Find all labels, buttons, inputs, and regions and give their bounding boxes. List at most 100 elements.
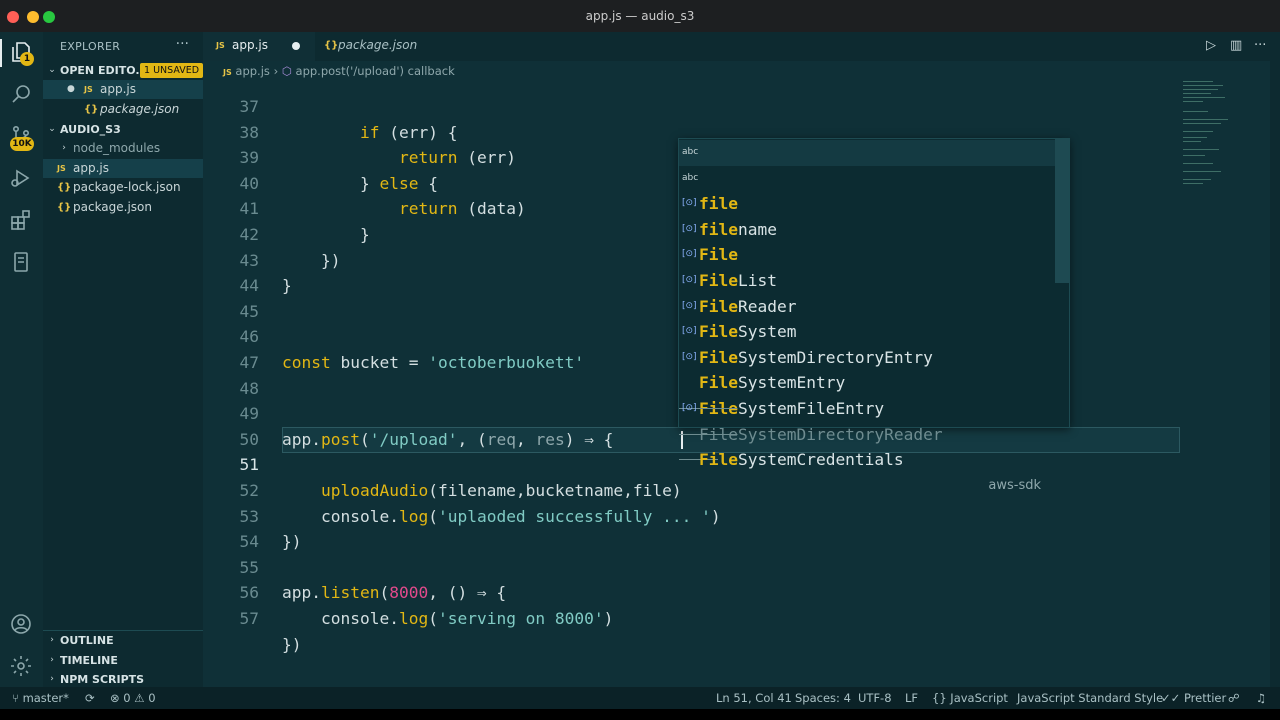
source-control-badge: 10K [10, 137, 34, 151]
settings-gear-icon[interactable] [9, 654, 35, 680]
variable-icon: [⊙] [682, 351, 697, 362]
more-actions-icon[interactable]: ··· [1254, 38, 1266, 53]
suggestion-rest: SystemCredentials [737, 450, 904, 470]
error-count: 0 [123, 691, 131, 705]
file-package-lock-json[interactable]: {} package-lock.json [43, 178, 203, 197]
suggestion-item[interactable]: [⊙] FileSystemDirectoryEntry [679, 294, 1055, 367]
minimap-line [1183, 179, 1211, 180]
open-editor-label: package.json [100, 102, 180, 116]
extensions-icon[interactable] [9, 208, 35, 234]
end-of-line[interactable]: LF [905, 687, 918, 709]
sync-icon[interactable]: ⟳ [85, 687, 95, 709]
suggestion-item[interactable]: [⊙] FileSystemCredentials aws-sdk [679, 396, 1055, 493]
project-label: AUDIO_S3 [60, 123, 121, 136]
suggestions-scrollbar[interactable] [1055, 139, 1069, 283]
open-editor-item-app-js[interactable]: ● JS app.js [43, 80, 203, 99]
formatter-label: Prettier [1183, 691, 1227, 705]
outline-label: OUTLINE [60, 634, 114, 647]
status-bar: ⑂ master* ⟳ ⊗ 0 ⚠ 0 Ln 51, Col 41 Spaces… [0, 687, 1280, 709]
run-debug-icon[interactable] [9, 166, 35, 192]
encoding[interactable]: UTF-8 [858, 687, 892, 709]
autocomplete-suggestions[interactable]: abc file abc filename [⊙] File [⊙] FileL… [678, 138, 1070, 493]
cursor-position[interactable]: Ln 51, Col 41 [716, 687, 792, 709]
braces-icon: {} [932, 691, 947, 705]
open-editors-section[interactable]: ⌄ OPEN EDITO... 1 UNSAVED [43, 61, 204, 80]
suggestion-item[interactable]: [⊙] FileSystemEntry [679, 319, 1055, 392]
unsaved-dot-icon[interactable] [292, 42, 300, 50]
timeline-section[interactable]: › TIMELINE [43, 651, 203, 670]
js-file-icon: JS [216, 41, 225, 50]
file-label: package-lock.json [73, 180, 181, 194]
project-section[interactable]: ⌄ AUDIO_S3 [43, 120, 203, 139]
minimap-line [1183, 163, 1213, 164]
minimap-line [1183, 101, 1203, 102]
indentation[interactable]: Spaces: 4 [795, 687, 851, 709]
file-package-json[interactable]: {} package.json [43, 198, 203, 217]
chevron-down-icon: ⌄ [48, 65, 56, 75]
feedback-icon[interactable]: ☍ [1228, 687, 1240, 709]
code-line: 56 console.log('serving on 8000') [203, 555, 1180, 628]
problems-item[interactable]: ⊗ 0 ⚠ 0 [110, 687, 156, 709]
notifications-bell-icon[interactable]: ♫ [1256, 687, 1266, 709]
unsaved-dot-icon[interactable]: ● [67, 80, 75, 99]
tab-package-json[interactable]: {} package.json [315, 32, 425, 61]
variable-icon: [⊙] [682, 198, 697, 209]
linter[interactable]: JavaScript Standard Style [1017, 687, 1163, 709]
minimap[interactable] [1180, 71, 1270, 687]
outline-section[interactable]: › OUTLINE [43, 631, 203, 650]
code-token: ( [428, 608, 438, 628]
minimap-line [1183, 123, 1221, 124]
split-editor-icon[interactable]: ▥ [1230, 38, 1242, 53]
line-number: 57 [239, 608, 260, 628]
git-branch-item[interactable]: ⑂ master* [12, 687, 69, 709]
suggestion-detail: aws-sdk [988, 477, 1041, 493]
more-actions-icon[interactable]: ··· [176, 36, 189, 52]
json-file-icon: {} [57, 202, 72, 213]
remote-explorer-icon[interactable] [9, 250, 35, 276]
suggestion-item-deprecated[interactable]: FileSystemDirectoryReader [679, 370, 1055, 444]
language-mode[interactable]: {} JavaScript [932, 687, 1008, 709]
variable-icon: [⊙] [682, 326, 697, 337]
open-editors-label: OPEN EDITO... [60, 64, 148, 77]
code-line: 55 app.listen(8000, () ⇒ { [203, 529, 1180, 603]
open-editor-item-package-json[interactable]: {} package.json [43, 100, 203, 119]
chevron-right-icon: › [50, 635, 54, 645]
suggestion-item[interactable]: [⊙] FileSystem [679, 268, 1055, 341]
minimap-line [1183, 111, 1208, 112]
suggestion-item[interactable]: [⊙] FileList [679, 217, 1055, 290]
title-bar: app.js — audio_s3 [0, 0, 1280, 32]
screen-bottom-edge [0, 709, 1280, 720]
activity-bar: 1 10K [0, 32, 43, 687]
language-label: JavaScript [950, 691, 1008, 705]
explorer-sidebar: EXPLORER ··· ⌄ OPEN EDITO... 1 UNSAVED ●… [43, 32, 204, 687]
suggestion-item[interactable]: [⊙] FileReader [679, 242, 1055, 315]
minimap-line [1183, 149, 1219, 150]
minimap-line [1183, 137, 1207, 138]
tab-app-js[interactable]: JS app.js [203, 32, 315, 61]
run-icon[interactable]: ▷ [1206, 38, 1216, 53]
minimap-line [1183, 89, 1218, 90]
git-branch-icon: ⑂ [12, 691, 19, 705]
timeline-label: TIMELINE [60, 654, 118, 667]
warning-icon: ⚠ [134, 691, 145, 705]
minimap-line [1183, 131, 1213, 132]
search-icon[interactable] [9, 82, 35, 108]
code-editor[interactable]: JS app.js › ⬡ app.post('/upload') callba… [203, 61, 1280, 687]
open-editor-label: app.js [100, 82, 136, 96]
formatter-item[interactable]: ✓✓ Prettier [1161, 687, 1226, 709]
minimap-line [1183, 81, 1213, 82]
file-app-js[interactable]: JS app.js [43, 159, 203, 178]
tab-bar: JS app.js {} package.json ▷ ▥ ··· [203, 32, 1280, 61]
suggestion-item[interactable]: abc filename [679, 166, 1055, 239]
vertical-scrollbar[interactable] [1270, 61, 1280, 687]
suggestion-item[interactable]: [⊙] FileSystemFileEntry [679, 345, 1055, 418]
accounts-icon[interactable] [9, 612, 35, 638]
variable-icon: [⊙] [682, 223, 697, 234]
suggestion-item[interactable]: abc file [679, 140, 1055, 213]
explorer-badge: 1 [20, 52, 34, 66]
suggestion-item[interactable]: [⊙] File [679, 191, 1055, 264]
folder-node-modules[interactable]: › node_modules [43, 139, 203, 158]
minimap-line [1183, 85, 1223, 86]
warning-count: 0 [148, 691, 156, 705]
text-suggestion-icon: abc [682, 147, 699, 157]
